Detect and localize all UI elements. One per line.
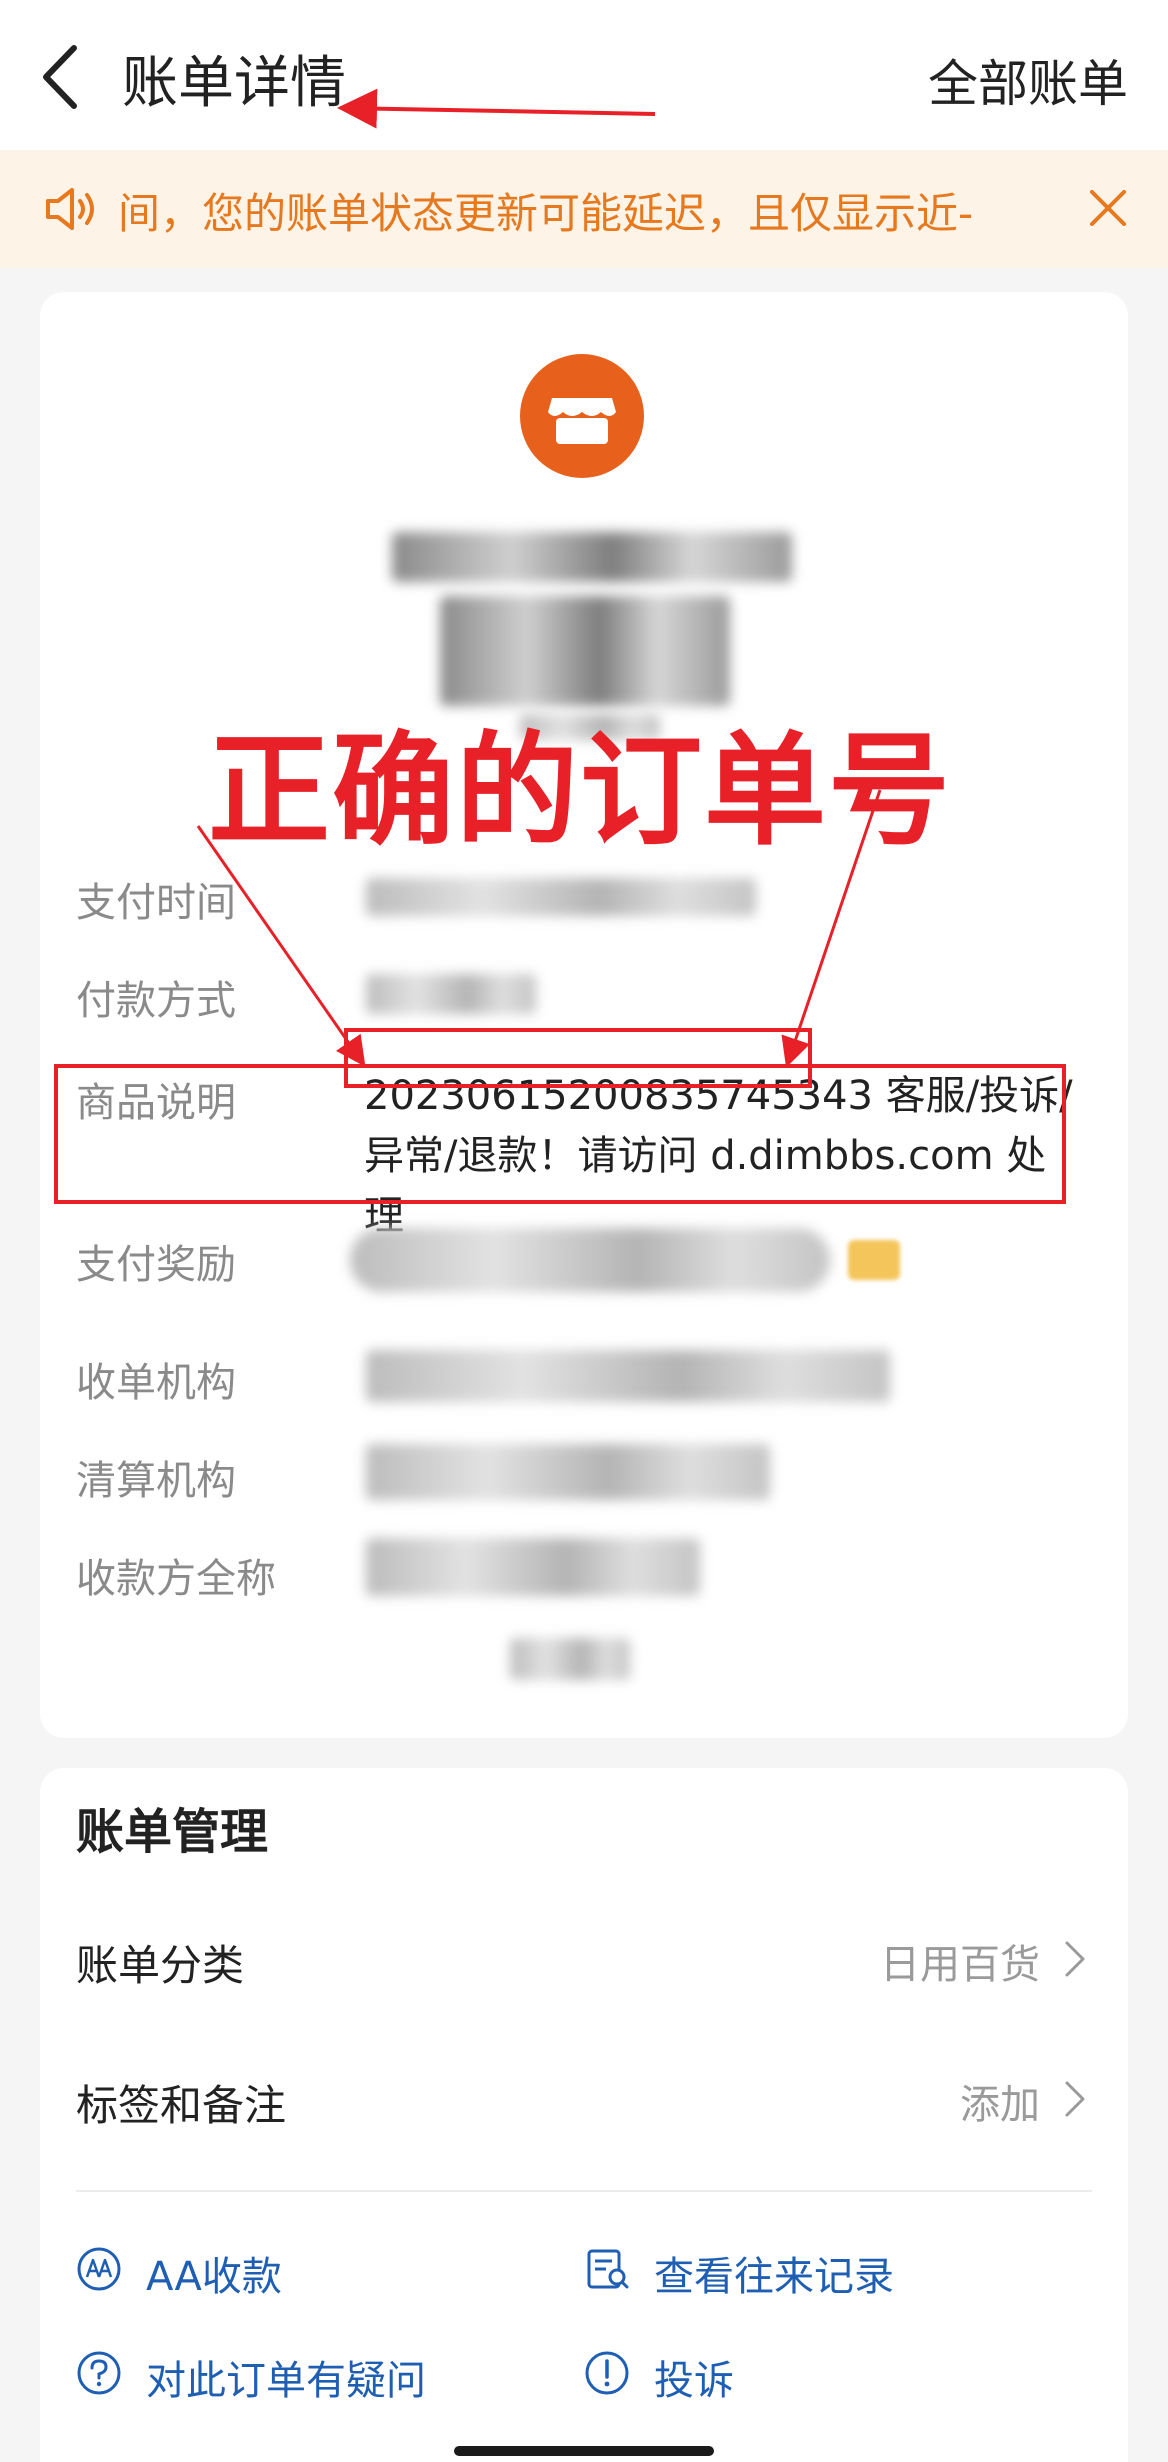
- aa-icon: [77, 2247, 121, 2291]
- merchant-name-blurred: [392, 532, 792, 582]
- payee-name-value-blurred-line2: [510, 1638, 630, 1680]
- divider: [76, 2190, 1092, 2192]
- home-indicator: [454, 2446, 714, 2456]
- view-history-label: 查看往来记录: [654, 2254, 894, 2300]
- view-history-button[interactable]: 查看往来记录: [584, 2238, 1064, 2308]
- pay-time-value-blurred: [366, 878, 756, 916]
- acquirer-value-blurred: [366, 1350, 890, 1402]
- bill-management-card: 账单管理 账单分类 日用百货 标签和备注 添加 AA收款 查看往来记录 对此订单…: [40, 1768, 1128, 2462]
- complain-label: 投诉: [654, 2358, 734, 2404]
- tags-label: 标签和备注: [76, 2081, 287, 2130]
- chevron-right-icon: [1065, 2081, 1085, 2117]
- order-question-button[interactable]: 对此订单有疑问: [76, 2342, 536, 2412]
- notice-banner: 间，您的账单状态更新可能延迟，且仅显示近-: [0, 150, 1168, 268]
- category-value: 日用百货: [880, 1942, 1040, 1988]
- chevron-right-icon: [1065, 1941, 1085, 1977]
- pay-reward-value-blurred[interactable]: [350, 1228, 830, 1292]
- pay-method-label: 付款方式: [76, 978, 236, 1024]
- category-label: 账单分类: [76, 1941, 245, 1990]
- exclamation-circle-icon: [585, 2351, 629, 2395]
- bill-detail-card: 支付时间 付款方式 商品说明 20230615200835745343 客服/投…: [40, 292, 1128, 1738]
- tags-row[interactable]: 标签和备注 添加: [76, 2058, 1092, 2138]
- notice-text: 间，您的账单状态更新可能延迟，且仅显示近-: [118, 189, 974, 238]
- aa-collect-button[interactable]: AA收款: [76, 2238, 496, 2308]
- top-bar: 账单详情 全部账单: [0, 0, 1168, 150]
- history-record-icon: [587, 2249, 629, 2289]
- reward-tag-icon: [848, 1240, 900, 1280]
- order-number-highlight-box: [344, 1028, 812, 1088]
- order-question-label: 对此订单有疑问: [146, 2358, 426, 2404]
- annotation-label: 正确的订单号: [208, 720, 952, 862]
- pay-method-value-blurred: [366, 974, 536, 1014]
- back-arrow-icon[interactable]: [38, 42, 88, 112]
- pay-time-label: 支付时间: [76, 880, 236, 926]
- merchant-store-icon: [520, 354, 644, 478]
- tags-value: 添加: [960, 2082, 1040, 2128]
- acquirer-label: 收单机构: [76, 1360, 236, 1406]
- all-bills-link[interactable]: 全部账单: [928, 44, 1128, 116]
- payee-name-label: 收款方全称: [76, 1556, 276, 1602]
- close-icon[interactable]: [1086, 186, 1130, 230]
- amount-blurred: [440, 596, 730, 706]
- question-circle-icon: [77, 2351, 121, 2395]
- pay-reward-label: 支付奖励: [76, 1242, 236, 1288]
- category-row[interactable]: 账单分类 日用百货: [76, 1918, 1092, 1998]
- complain-button[interactable]: 投诉: [584, 2342, 884, 2412]
- payee-name-value-blurred: [366, 1538, 700, 1596]
- clearing-value-blurred: [366, 1444, 770, 1500]
- management-title: 账单管理: [76, 1804, 269, 1860]
- aa-collect-label: AA收款: [146, 2254, 282, 2300]
- clearing-label: 清算机构: [76, 1458, 236, 1504]
- speaker-icon: [46, 188, 94, 230]
- page-title: 账单详情: [122, 51, 346, 116]
